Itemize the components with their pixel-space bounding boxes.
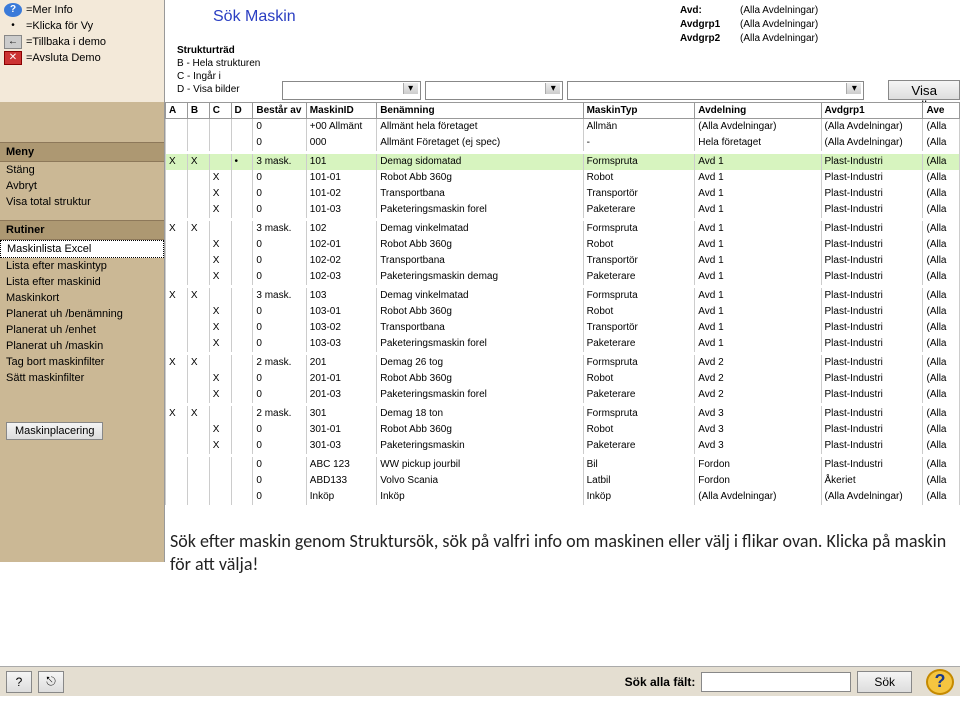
table-row[interactable]: X0101-02TransportbanaTransportörAvd 1Pla… xyxy=(166,186,960,202)
table-row[interactable]: 0ABC 123WW pickup jourbilBilFordonPlast-… xyxy=(166,457,960,473)
search-all-label: Sök alla fält: xyxy=(625,675,696,689)
col-a[interactable]: A xyxy=(166,103,188,119)
col-grp1[interactable]: Avdgrp1 xyxy=(821,103,923,119)
sidebar-planuh-enhet[interactable]: Planerat uh /enhet xyxy=(0,322,164,338)
table-row[interactable]: 0+00 AllmäntAllmänt hela företagetAllmän… xyxy=(166,119,960,136)
legend-quit: =Avsluta Demo xyxy=(26,50,101,66)
sidebar-avbryt[interactable]: Avbryt xyxy=(0,178,164,194)
filter-combo-2[interactable] xyxy=(425,81,564,100)
table-row[interactable]: 0000Allmänt Företaget (ej spec)-Hela för… xyxy=(166,135,960,151)
legend-back: =Tillbaka i demo xyxy=(26,34,106,50)
table-row[interactable]: X0201-03Paketeringsmaskin forelPaketerar… xyxy=(166,387,960,403)
table-row[interactable]: X0102-03Paketeringsmaskin demagPaketerar… xyxy=(166,269,960,285)
back-icon: ← xyxy=(4,35,22,49)
grid: A B C D Består av MaskinID Benämning Mas… xyxy=(165,102,960,562)
instruction-text: Sök efter maskin genom Struktursök, sök … xyxy=(170,530,948,576)
col-benamning[interactable]: Benämning xyxy=(377,103,583,119)
col-b[interactable]: B xyxy=(187,103,209,119)
col-avd[interactable]: Avdelning xyxy=(695,103,821,119)
table-row[interactable]: XX2 mask.301Demag 18 tonFormsprutaAvd 3P… xyxy=(166,406,960,422)
sidebar-rutiner-header: Rutiner xyxy=(0,220,164,240)
sidebar-planuh-maskin[interactable]: Planerat uh /maskin xyxy=(0,338,164,354)
legend-more: =Mer Info xyxy=(26,2,73,18)
table-row[interactable]: X0101-03Paketeringsmaskin forelPaketerar… xyxy=(166,202,960,218)
col-c[interactable]: C xyxy=(209,103,231,119)
table-row[interactable]: X0101-01Robot Abb 360gRobotAvd 1Plast-In… xyxy=(166,170,960,186)
close-icon: ✕ xyxy=(4,51,22,65)
filter-combo-1[interactable] xyxy=(282,81,421,100)
sidebar-maskinkort[interactable]: Maskinkort xyxy=(0,290,164,306)
search-button[interactable]: Sök xyxy=(857,671,912,693)
table-row[interactable]: XX•3 mask.101Demag sidomatadFormsprutaAv… xyxy=(166,154,960,170)
sidebar-lista-maskintyp[interactable]: Lista efter maskintyp xyxy=(0,258,164,274)
sidebar-planuh-benamning[interactable]: Planerat uh /benämning xyxy=(0,306,164,322)
col-maskinid[interactable]: MaskinID xyxy=(306,103,376,119)
table-row[interactable]: 0ABD133Volvo ScaniaLatbilFordonÅkeriet(A… xyxy=(166,473,960,489)
table-row[interactable]: 0InköpInköpInköp(Alla Avdelningar)(Alla … xyxy=(166,489,960,505)
sidebar-tagbort-filter[interactable]: Tag bort maskinfilter xyxy=(0,354,164,370)
table-row[interactable]: X0103-02TransportbanaTransportörAvd 1Pla… xyxy=(166,320,960,336)
table-row[interactable]: X0102-01Robot Abb 360gRobotAvd 1Plast-In… xyxy=(166,237,960,253)
table-row[interactable]: X0301-01Robot Abb 360gRobotAvd 3Plast-In… xyxy=(166,422,960,438)
search-all-input[interactable] xyxy=(701,672,851,692)
col-bestar[interactable]: Består av xyxy=(253,103,306,119)
table-row[interactable]: X0102-02TransportbanaTransportörAvd 1Pla… xyxy=(166,253,960,269)
help-button[interactable]: ? xyxy=(6,671,32,693)
sidebar-visa-total[interactable]: Visa total struktur xyxy=(0,194,164,210)
sidebar-meny-header: Meny xyxy=(0,142,164,162)
sidebar-stang[interactable]: Stäng xyxy=(0,162,164,178)
visa-alla-button[interactable]: Visa alla xyxy=(888,80,960,100)
table-row[interactable]: X0103-03Paketeringsmaskin forelPaketerar… xyxy=(166,336,960,352)
page-title: Sök Maskin xyxy=(213,8,668,26)
help-icon: ? xyxy=(4,3,22,17)
sidebar: Meny Stäng Avbryt Visa total struktur Ru… xyxy=(0,102,165,562)
sidebar-lista-maskinid[interactable]: Lista efter maskinid xyxy=(0,274,164,290)
bullet-icon: • xyxy=(4,19,22,33)
legend: ? =Mer Info • =Klicka för Vy ← =Tillbaka i … xyxy=(0,0,165,102)
exit-button[interactable]: ⎋ xyxy=(38,671,64,693)
col-d[interactable]: D xyxy=(231,103,253,119)
legend-click: =Klicka för Vy xyxy=(26,18,93,34)
table-row[interactable]: X0201-01Robot Abb 360gRobotAvd 2Plast-In… xyxy=(166,371,960,387)
big-help-icon[interactable]: ? xyxy=(926,669,954,695)
bottom-bar: ? ⎋ Sök alla fält: Sök ? xyxy=(0,666,960,696)
filter-combo-3[interactable] xyxy=(567,81,864,100)
table-row[interactable]: XX3 mask.102Demag vinkelmatadFormsprutaA… xyxy=(166,221,960,237)
sidebar-satt-filter[interactable]: Sätt maskinfilter xyxy=(0,370,164,386)
sidebar-maskinlista-excel[interactable]: Maskinlista Excel xyxy=(0,240,164,258)
table-row[interactable]: X0103-01Robot Abb 360gRobotAvd 1Plast-In… xyxy=(166,304,960,320)
col-ave[interactable]: Ave xyxy=(923,103,960,119)
table-row[interactable]: X0301-03PaketeringsmaskinPaketerareAvd 3… xyxy=(166,438,960,454)
col-typ[interactable]: MaskinTyp xyxy=(583,103,695,119)
maskinplacering-button[interactable]: Maskinplacering xyxy=(6,422,103,440)
table-row[interactable]: XX2 mask.201Demag 26 togFormsprutaAvd 2P… xyxy=(166,355,960,371)
table-row[interactable]: XX3 mask.103Demag vinkelmatadFormsprutaA… xyxy=(166,288,960,304)
